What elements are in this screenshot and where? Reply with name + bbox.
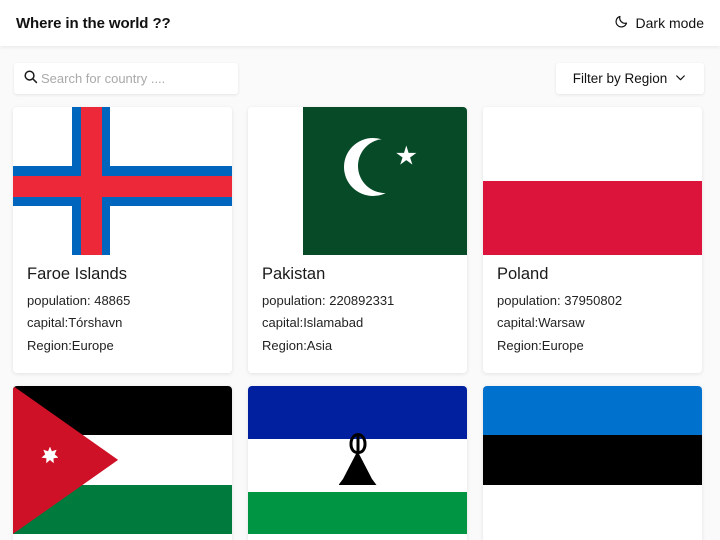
estonia-flag: [483, 385, 702, 534]
moon-icon: [614, 14, 629, 32]
filter-by-region-dropdown[interactable]: Filter by Region: [556, 63, 704, 94]
chevron-down-icon: [674, 71, 687, 87]
country-card[interactable]: Poland population: 37950802 capital:Wars…: [483, 107, 702, 373]
country-card[interactable]: Pakistan population: 220892331 capital:I…: [248, 107, 467, 373]
country-name: Faroe Islands: [27, 265, 127, 283]
controls-row: Filter by Region: [0, 46, 720, 94]
country-name: Pakistan: [262, 265, 326, 283]
country-population: population: 48865: [27, 292, 131, 308]
app-header: Where in the world ?? Dark mode: [0, 0, 720, 46]
dark-mode-toggle[interactable]: Dark mode: [614, 14, 704, 32]
country-info: [483, 534, 702, 540]
country-region: Region:Asia: [262, 337, 333, 353]
country-region: Region:Europe: [497, 337, 584, 353]
country-region: Region:Europe: [27, 337, 114, 353]
lesotho-flag: [248, 385, 467, 534]
country-name: Poland: [497, 265, 549, 283]
country-capital: capital:Islamabad: [262, 315, 364, 331]
country-population: population: 37950802: [497, 292, 623, 308]
country-info: Faroe Islands population: 48865 capital:…: [13, 255, 232, 373]
country-info: [248, 534, 467, 540]
country-card[interactable]: Faroe Islands population: 48865 capital:…: [13, 107, 232, 373]
country-info: Pakistan population: 220892331 capital:I…: [248, 255, 467, 373]
filter-by-region-label: Filter by Region: [572, 71, 668, 86]
poland-flag: [483, 107, 702, 255]
search-box[interactable]: [14, 63, 238, 94]
dark-mode-label: Dark mode: [635, 15, 704, 31]
country-card[interactable]: [13, 385, 232, 540]
country-capital: capital:Warsaw: [497, 315, 585, 331]
pakistan-flag: [248, 107, 467, 255]
country-capital: capital:Tórshavn: [27, 315, 123, 331]
country-card[interactable]: [248, 385, 467, 540]
faroe-islands-flag: [13, 107, 232, 255]
jordan-flag: [13, 385, 232, 534]
country-info: [13, 534, 232, 540]
search-input[interactable]: [41, 63, 238, 94]
country-info: Poland population: 37950802 capital:Wars…: [483, 255, 702, 373]
country-population: population: 220892331: [262, 292, 395, 308]
page-title: Where in the world ??: [16, 14, 171, 32]
search-icon: [23, 69, 38, 89]
country-card[interactable]: [483, 385, 702, 540]
country-grid: Faroe Islands population: 48865 capital:…: [0, 94, 720, 540]
